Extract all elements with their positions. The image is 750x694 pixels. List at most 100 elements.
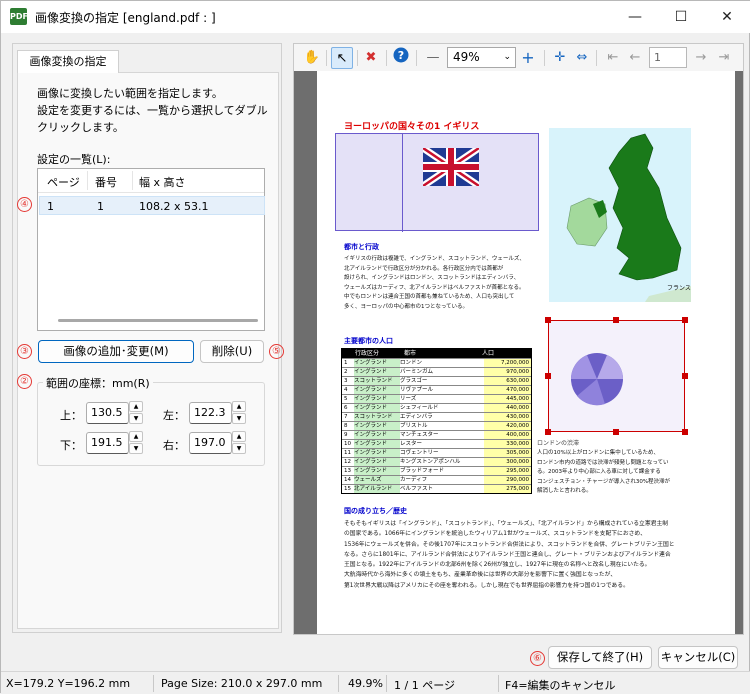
list-header: ページ 番号 幅 x 高さ bbox=[38, 169, 264, 193]
right-input[interactable]: 197.0 bbox=[189, 432, 232, 454]
column-size[interactable]: 幅 x 高さ bbox=[139, 174, 186, 190]
population-table-row: 9 イングランド マンチェスター 400,000 bbox=[342, 430, 531, 439]
resize-handle-top-right[interactable] bbox=[682, 317, 688, 323]
left-spinner[interactable]: ▲ ▼ bbox=[232, 401, 246, 425]
population-table-cell: スコットランド bbox=[354, 413, 400, 421]
page-number-input[interactable]: 1 bbox=[649, 47, 687, 68]
population-table-cell: 13 bbox=[344, 467, 354, 475]
population-table-row: 15 北アイルランド ベルファスト 275,000 bbox=[342, 484, 531, 493]
top-label: 上： bbox=[60, 409, 82, 422]
select-tool-icon[interactable]: ↖ bbox=[331, 47, 353, 69]
description-line-2: 設定を変更するには、一覧から選択してダブル bbox=[37, 104, 268, 117]
minimize-button[interactable]: — bbox=[612, 1, 658, 33]
population-table-cell: 6 bbox=[344, 404, 354, 412]
status-pages: 1 / 1 ページ bbox=[394, 679, 455, 692]
status-coords: X=179.2 Y=196.2 mm bbox=[6, 677, 131, 690]
hand-tool-icon[interactable]: ✋ bbox=[301, 47, 323, 69]
doc-section-history: 国の成り立ち／歴史 bbox=[344, 507, 407, 515]
info-table bbox=[335, 133, 539, 232]
right-spinner[interactable]: ▲ ▼ bbox=[232, 431, 246, 455]
tab-image-conversion[interactable]: 画像変換の指定 bbox=[17, 50, 119, 73]
population-table-cell: 4 bbox=[344, 386, 354, 394]
last-page-icon[interactable]: ⇥ bbox=[713, 47, 735, 69]
resize-handle-bottom-left[interactable] bbox=[545, 429, 551, 435]
population-table-cell: 290,000 bbox=[484, 476, 531, 484]
settings-list[interactable]: ページ 番号 幅 x 高さ 1 1 108.2 x 53.1 bbox=[37, 168, 265, 331]
left-input[interactable]: 122.3 bbox=[189, 402, 232, 424]
doc-heading: ヨーロッパの国々その1 イギリス bbox=[344, 122, 480, 132]
add-change-image-button[interactable]: 画像の追加･変更(M) bbox=[38, 340, 194, 363]
population-table-cell: 300,000 bbox=[484, 458, 531, 466]
population-table-cell: イングランド bbox=[354, 386, 400, 394]
prev-page-icon[interactable]: ← bbox=[624, 47, 646, 69]
help-icon[interactable]: ? bbox=[390, 47, 412, 69]
horizontal-scrollbar[interactable] bbox=[58, 319, 258, 322]
delete-icon[interactable]: ✖ bbox=[360, 47, 382, 69]
fit-width-icon[interactable]: ⇔ bbox=[571, 47, 593, 69]
first-page-icon[interactable]: ⇤ bbox=[602, 47, 624, 69]
status-bar: X=179.2 Y=196.2 mm Page Size: 210.0 x 29… bbox=[1, 671, 750, 694]
next-page-icon[interactable]: → bbox=[690, 47, 712, 69]
cell-size: 108.2 x 53.1 bbox=[139, 200, 209, 213]
resize-handle-bottom-right[interactable] bbox=[682, 429, 688, 435]
resize-handle-right[interactable] bbox=[682, 373, 688, 379]
save-and-exit-button[interactable]: 保存して終了(H) bbox=[548, 646, 652, 669]
population-table-row: 3 スコットランド グラスゴー 630,000 bbox=[342, 376, 531, 385]
union-jack-flag bbox=[421, 145, 481, 189]
svg-text:?: ? bbox=[398, 49, 404, 62]
resize-handle-bottom[interactable] bbox=[613, 429, 619, 435]
zoom-in-icon[interactable]: + bbox=[517, 47, 539, 69]
population-table-cell: イングランド bbox=[354, 368, 400, 376]
zoom-out-icon[interactable]: — bbox=[422, 47, 444, 69]
population-table-cell: カーディフ bbox=[400, 476, 484, 484]
population-table-cell: リヴァプール bbox=[400, 386, 484, 394]
resize-handle-top-left[interactable] bbox=[545, 317, 551, 323]
city-paragraph: イギリスの行政は複雑で、イングランド、スコットランド、ウェールズ、 北アイルランド… bbox=[344, 256, 525, 310]
cancel-button[interactable]: キャンセル(C) bbox=[658, 646, 738, 669]
population-table-cell: シェフィールド bbox=[400, 404, 484, 412]
maximize-button[interactable]: ☐ bbox=[658, 1, 704, 33]
bottom-spinner[interactable]: ▲ ▼ bbox=[129, 431, 143, 455]
top-spinner[interactable]: ▲ ▼ bbox=[129, 401, 143, 425]
population-table-row: 4 イングランド リヴァプール 470,000 bbox=[342, 385, 531, 394]
status-zoom: 49.9% bbox=[348, 677, 383, 690]
description-line-1: 画像に変換したい範囲を指定します。 bbox=[37, 87, 223, 100]
population-table-cell: 14 bbox=[344, 476, 354, 484]
population-table-row: 11 イングランド コヴェントリー 305,000 bbox=[342, 448, 531, 457]
delete-button[interactable]: 削除(U) bbox=[200, 340, 264, 363]
right-label: 右： bbox=[163, 439, 185, 452]
close-button[interactable]: ✕ bbox=[704, 1, 750, 33]
population-table-cell: 275,000 bbox=[484, 485, 531, 493]
column-page[interactable]: ページ bbox=[47, 174, 80, 190]
population-table-cell: 420,000 bbox=[484, 422, 531, 430]
population-table-cell: ロンドン bbox=[400, 359, 484, 367]
top-input[interactable]: 130.5 bbox=[86, 402, 129, 424]
resize-handle-top[interactable] bbox=[613, 317, 619, 323]
fit-page-icon[interactable]: ✛ bbox=[549, 47, 571, 69]
population-table-cell: 1 bbox=[344, 359, 354, 367]
population-table-row: 12 イングランド キングストンアポンハル 300,000 bbox=[342, 457, 531, 466]
zoom-select[interactable]: 49% ⌄ bbox=[447, 47, 516, 68]
population-table-row: 10 イングランド レスター 330,000 bbox=[342, 439, 531, 448]
population-table-cell: キングストンアポンハル bbox=[400, 458, 484, 466]
population-table-cell: ブリストル bbox=[400, 422, 484, 430]
population-table-cell: スコットランド bbox=[354, 377, 400, 385]
population-table-row: 5 イングランド リーズ 445,000 bbox=[342, 394, 531, 403]
marker-5: ⑤ bbox=[269, 344, 284, 359]
pdf-app-icon: PDF bbox=[10, 8, 28, 25]
coordinate-group-title: 範囲の座標：mm(R) bbox=[43, 375, 153, 391]
population-table-row: 13 イングランド ブラッドフォード 295,000 bbox=[342, 466, 531, 475]
population-table-row: 14 ウェールズ カーディフ 290,000 bbox=[342, 475, 531, 484]
bottom-input[interactable]: 191.5 bbox=[86, 432, 129, 454]
column-number[interactable]: 番号 bbox=[95, 174, 117, 190]
selection-rectangle[interactable] bbox=[548, 320, 685, 432]
population-table-cell: グラスゴー bbox=[400, 377, 484, 385]
document-page[interactable]: ヨーロッパの国々その1 イギリス フランス 都市と行政 イギリスの行政は複雑で、… bbox=[317, 71, 735, 634]
population-table-cell: マンチェスター bbox=[400, 431, 484, 439]
list-row[interactable]: 1 1 108.2 x 53.1 bbox=[39, 196, 265, 215]
resize-handle-left[interactable] bbox=[545, 373, 551, 379]
population-table-cell: 305,000 bbox=[484, 449, 531, 457]
window-title: 画像変換の指定 [england.pdf : ] bbox=[35, 11, 216, 25]
cell-page: 1 bbox=[47, 200, 54, 213]
population-table-cell: 11 bbox=[344, 449, 354, 457]
